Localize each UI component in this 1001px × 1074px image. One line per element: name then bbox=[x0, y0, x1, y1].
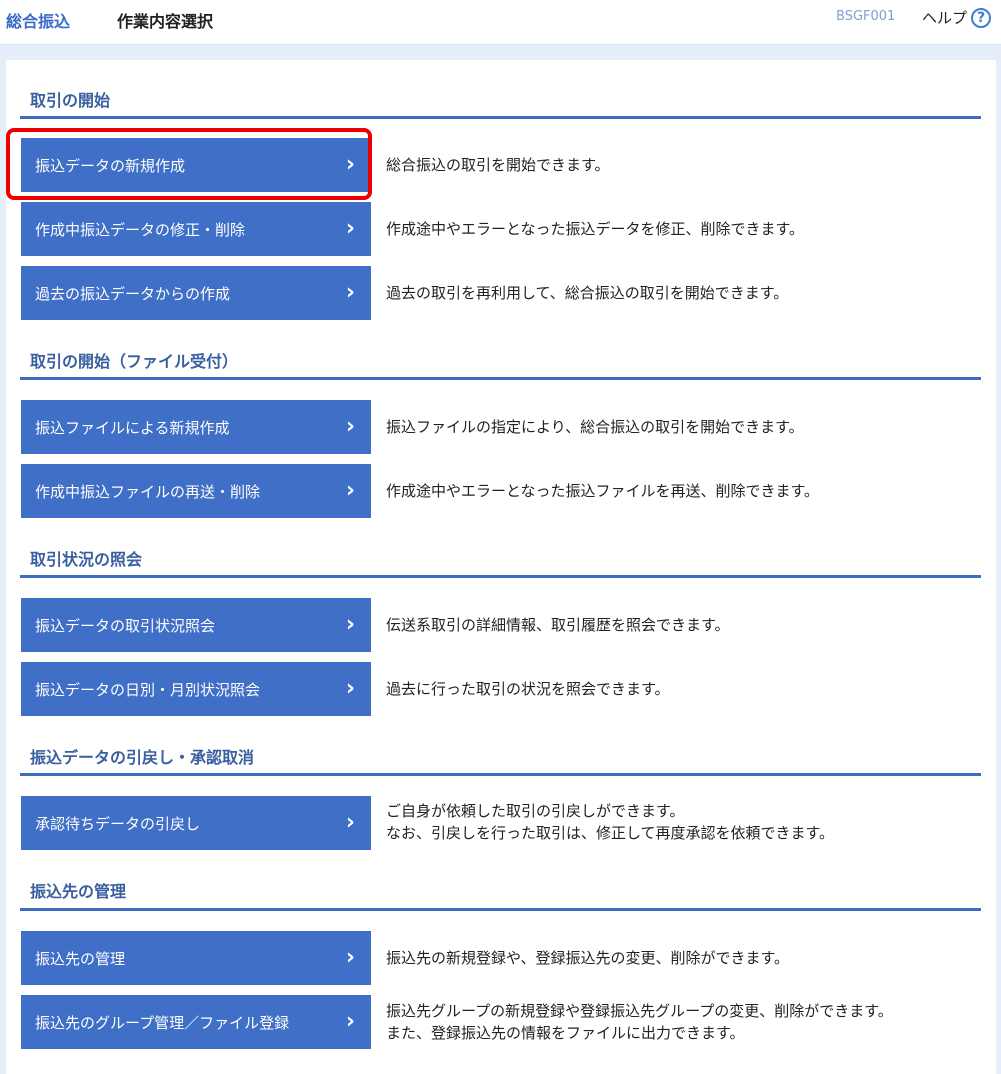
description-line: 作成途中やエラーとなった振込データを修正、削除できます。 bbox=[386, 220, 805, 238]
help-icon: ? bbox=[971, 7, 992, 28]
item-description: 総合振込の取引を開始できます。 bbox=[386, 154, 610, 176]
section-divider bbox=[20, 575, 981, 578]
chevron-right-icon: › bbox=[345, 152, 355, 177]
resend-delete-file-button[interactable]: 作成中振込ファイルの再送・削除 › bbox=[21, 464, 371, 518]
create-from-past-data-button[interactable]: 過去の振込データからの作成 › bbox=[21, 266, 371, 320]
item-description: 振込先の新規登録や、登録振込先の変更、削除ができます。 bbox=[386, 947, 789, 969]
item-description: 振込先グループの新規登録や登録振込先グループの変更、削除ができます。 また、登録… bbox=[386, 1000, 893, 1044]
description-line: 振込先グループの新規登録や登録振込先グループの変更、削除ができます。 bbox=[386, 1002, 893, 1020]
description-line: なお、引戻しを行った取引は、修正して再度承認を依頼できます。 bbox=[386, 824, 835, 842]
description-line: 過去に行った取引の状況を照会できます。 bbox=[386, 680, 670, 698]
item-description: 作成途中やエラーとなった振込ファイルを再送、削除できます。 bbox=[386, 480, 819, 502]
chevron-right-icon: › bbox=[345, 1009, 355, 1034]
item-description: 振込ファイルの指定により、総合振込の取引を開始できます。 bbox=[386, 416, 804, 438]
description-line: 総合振込の取引を開始できます。 bbox=[386, 156, 610, 174]
section-divider bbox=[20, 377, 981, 380]
item-description: ご自身が依頼した取引の引戻しができます。 なお、引戻しを行った取引は、修正して再… bbox=[386, 800, 834, 844]
button-label: 振込データの新規作成 bbox=[35, 156, 186, 175]
main-panel: 取引の開始 振込データの新規作成 › 総合振込の取引を開始できます。 作成中振込… bbox=[6, 60, 996, 1074]
chevron-right-icon: › bbox=[345, 676, 355, 701]
daily-monthly-status-button[interactable]: 振込データの日別・月別状況照会 › bbox=[21, 662, 371, 716]
section-divider bbox=[20, 773, 981, 776]
payee-management-button[interactable]: 振込先の管理 › bbox=[21, 931, 371, 985]
screen-id: BSGF001 bbox=[836, 9, 896, 24]
new-transfer-data-button[interactable]: 振込データの新規作成 › bbox=[21, 138, 371, 192]
button-label: 過去の振込データからの作成 bbox=[35, 284, 231, 303]
description-line: 振込ファイルの指定により、総合振込の取引を開始できます。 bbox=[386, 418, 804, 436]
transaction-status-inquiry-button[interactable]: 振込データの取引状況照会 › bbox=[21, 598, 371, 652]
item-description: 過去に行った取引の状況を照会できます。 bbox=[386, 678, 670, 700]
section-divider bbox=[20, 116, 981, 119]
chevron-right-icon: › bbox=[345, 478, 355, 503]
chevron-right-icon: › bbox=[345, 612, 355, 637]
description-line: ご自身が依頼した取引の引戻しができます。 bbox=[386, 802, 685, 820]
recall-pending-data-button[interactable]: 承認待ちデータの引戻し › bbox=[21, 796, 371, 850]
chevron-right-icon: › bbox=[345, 810, 355, 835]
help-label: ヘルプ bbox=[922, 9, 968, 27]
chevron-right-icon: › bbox=[345, 414, 355, 439]
button-label: 承認待ちデータの引戻し bbox=[35, 814, 201, 833]
description-line: 伝送系取引の詳細情報、取引履歴を照会できます。 bbox=[386, 616, 730, 634]
button-label: 作成中振込データの修正・削除 bbox=[35, 220, 246, 239]
button-label: 振込ファイルによる新規作成 bbox=[35, 418, 230, 437]
section-divider bbox=[20, 908, 981, 911]
item-description: 過去の取引を再利用して、総合振込の取引を開始できます。 bbox=[386, 282, 788, 304]
help-link[interactable]: ヘルプ ? bbox=[922, 7, 992, 28]
button-label: 振込データの取引状況照会 bbox=[35, 616, 216, 635]
button-label: 振込データの日別・月別状況照会 bbox=[35, 680, 261, 699]
section-title-start: 取引の開始 bbox=[30, 91, 111, 110]
page-title: 作業内容選択 bbox=[117, 12, 214, 31]
chevron-right-icon: › bbox=[345, 945, 355, 970]
description-line: 振込先の新規登録や、登録振込先の変更、削除ができます。 bbox=[386, 949, 790, 967]
description-line: また、登録振込先の情報をファイルに出力できます。 bbox=[386, 1024, 745, 1042]
section-title-file: 取引の開始（ファイル受付） bbox=[30, 352, 239, 371]
item-description: 伝送系取引の詳細情報、取引履歴を照会できます。 bbox=[386, 614, 730, 636]
chevron-right-icon: › bbox=[345, 216, 355, 241]
payee-group-file-button[interactable]: 振込先のグループ管理／ファイル登録 › bbox=[21, 995, 371, 1049]
description-line: 過去の取引を再利用して、総合振込の取引を開始できます。 bbox=[386, 284, 789, 302]
top-bar: 総合振込 作業内容選択 BSGF001 ヘルプ ? bbox=[0, 0, 1001, 45]
description-line: 作成途中やエラーとなった振込ファイルを再送、削除できます。 bbox=[386, 482, 820, 500]
button-label: 作成中振込ファイルの再送・削除 bbox=[35, 482, 261, 501]
new-from-file-button[interactable]: 振込ファイルによる新規作成 › bbox=[21, 400, 371, 454]
edit-delete-draft-data-button[interactable]: 作成中振込データの修正・削除 › bbox=[21, 202, 371, 256]
button-label: 振込先の管理 bbox=[35, 949, 126, 968]
section-title-status: 取引状況の照会 bbox=[30, 550, 143, 569]
button-label: 振込先のグループ管理／ファイル登録 bbox=[35, 1013, 290, 1032]
section-title-recall: 振込データの引戻し・承認取消 bbox=[30, 748, 255, 767]
section-title-payee: 振込先の管理 bbox=[30, 882, 127, 901]
item-description: 作成途中やエラーとなった振込データを修正、削除できます。 bbox=[386, 218, 804, 240]
chevron-right-icon: › bbox=[345, 280, 355, 305]
app-title: 総合振込 bbox=[6, 12, 71, 31]
